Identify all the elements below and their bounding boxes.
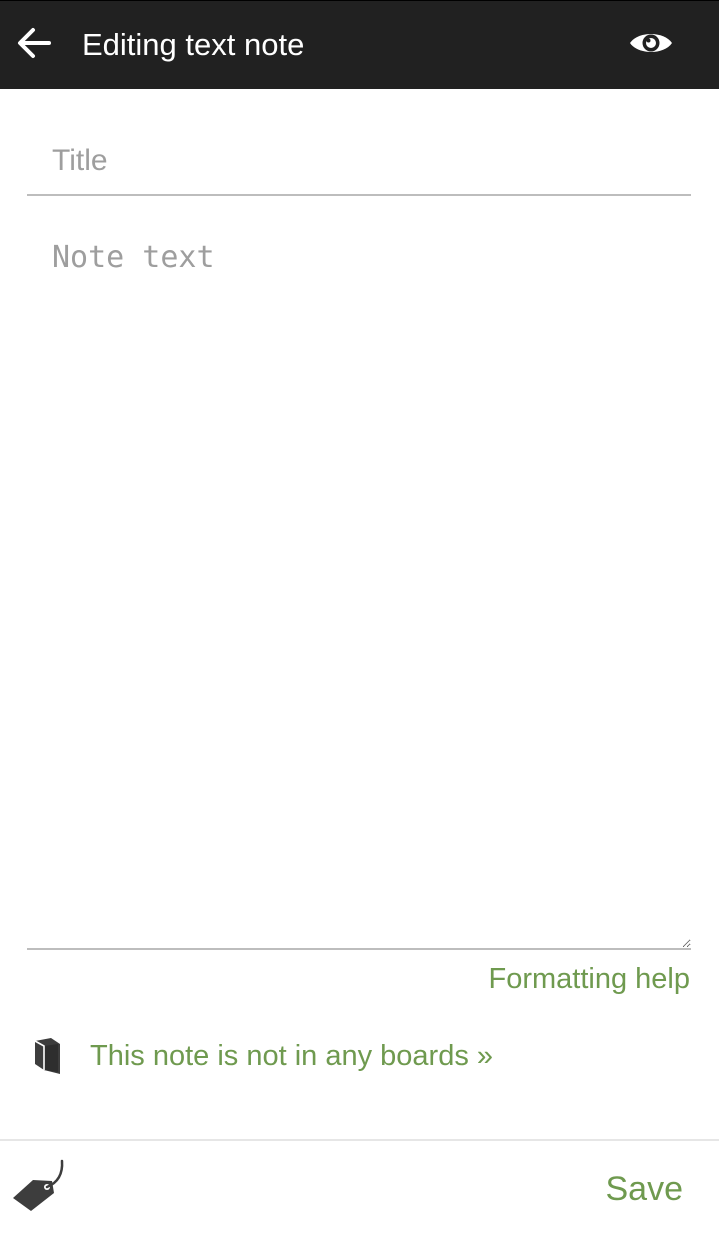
app-bar: Editing text note [0,0,719,89]
boards-link[interactable]: This note is not in any boards » [90,1036,493,1076]
book-icon [30,1036,64,1076]
bottom-bar: Save [0,1139,719,1233]
back-button[interactable] [12,21,56,69]
page-title: Editing text note [82,27,305,62]
tag-button[interactable] [8,1155,72,1217]
boards-row[interactable]: This note is not in any boards » [30,1034,493,1078]
tag-icon [11,1155,69,1218]
formatting-help-link[interactable]: Formatting help [489,960,691,998]
note-editor-screen: Editing text note Formatting help This n… [0,0,719,1233]
save-button[interactable]: Save [606,1167,684,1211]
title-input[interactable] [27,128,691,196]
note-text-area[interactable] [27,226,691,950]
preview-button[interactable] [622,21,680,69]
arrow-left-icon [16,27,52,64]
eye-icon [628,29,674,62]
